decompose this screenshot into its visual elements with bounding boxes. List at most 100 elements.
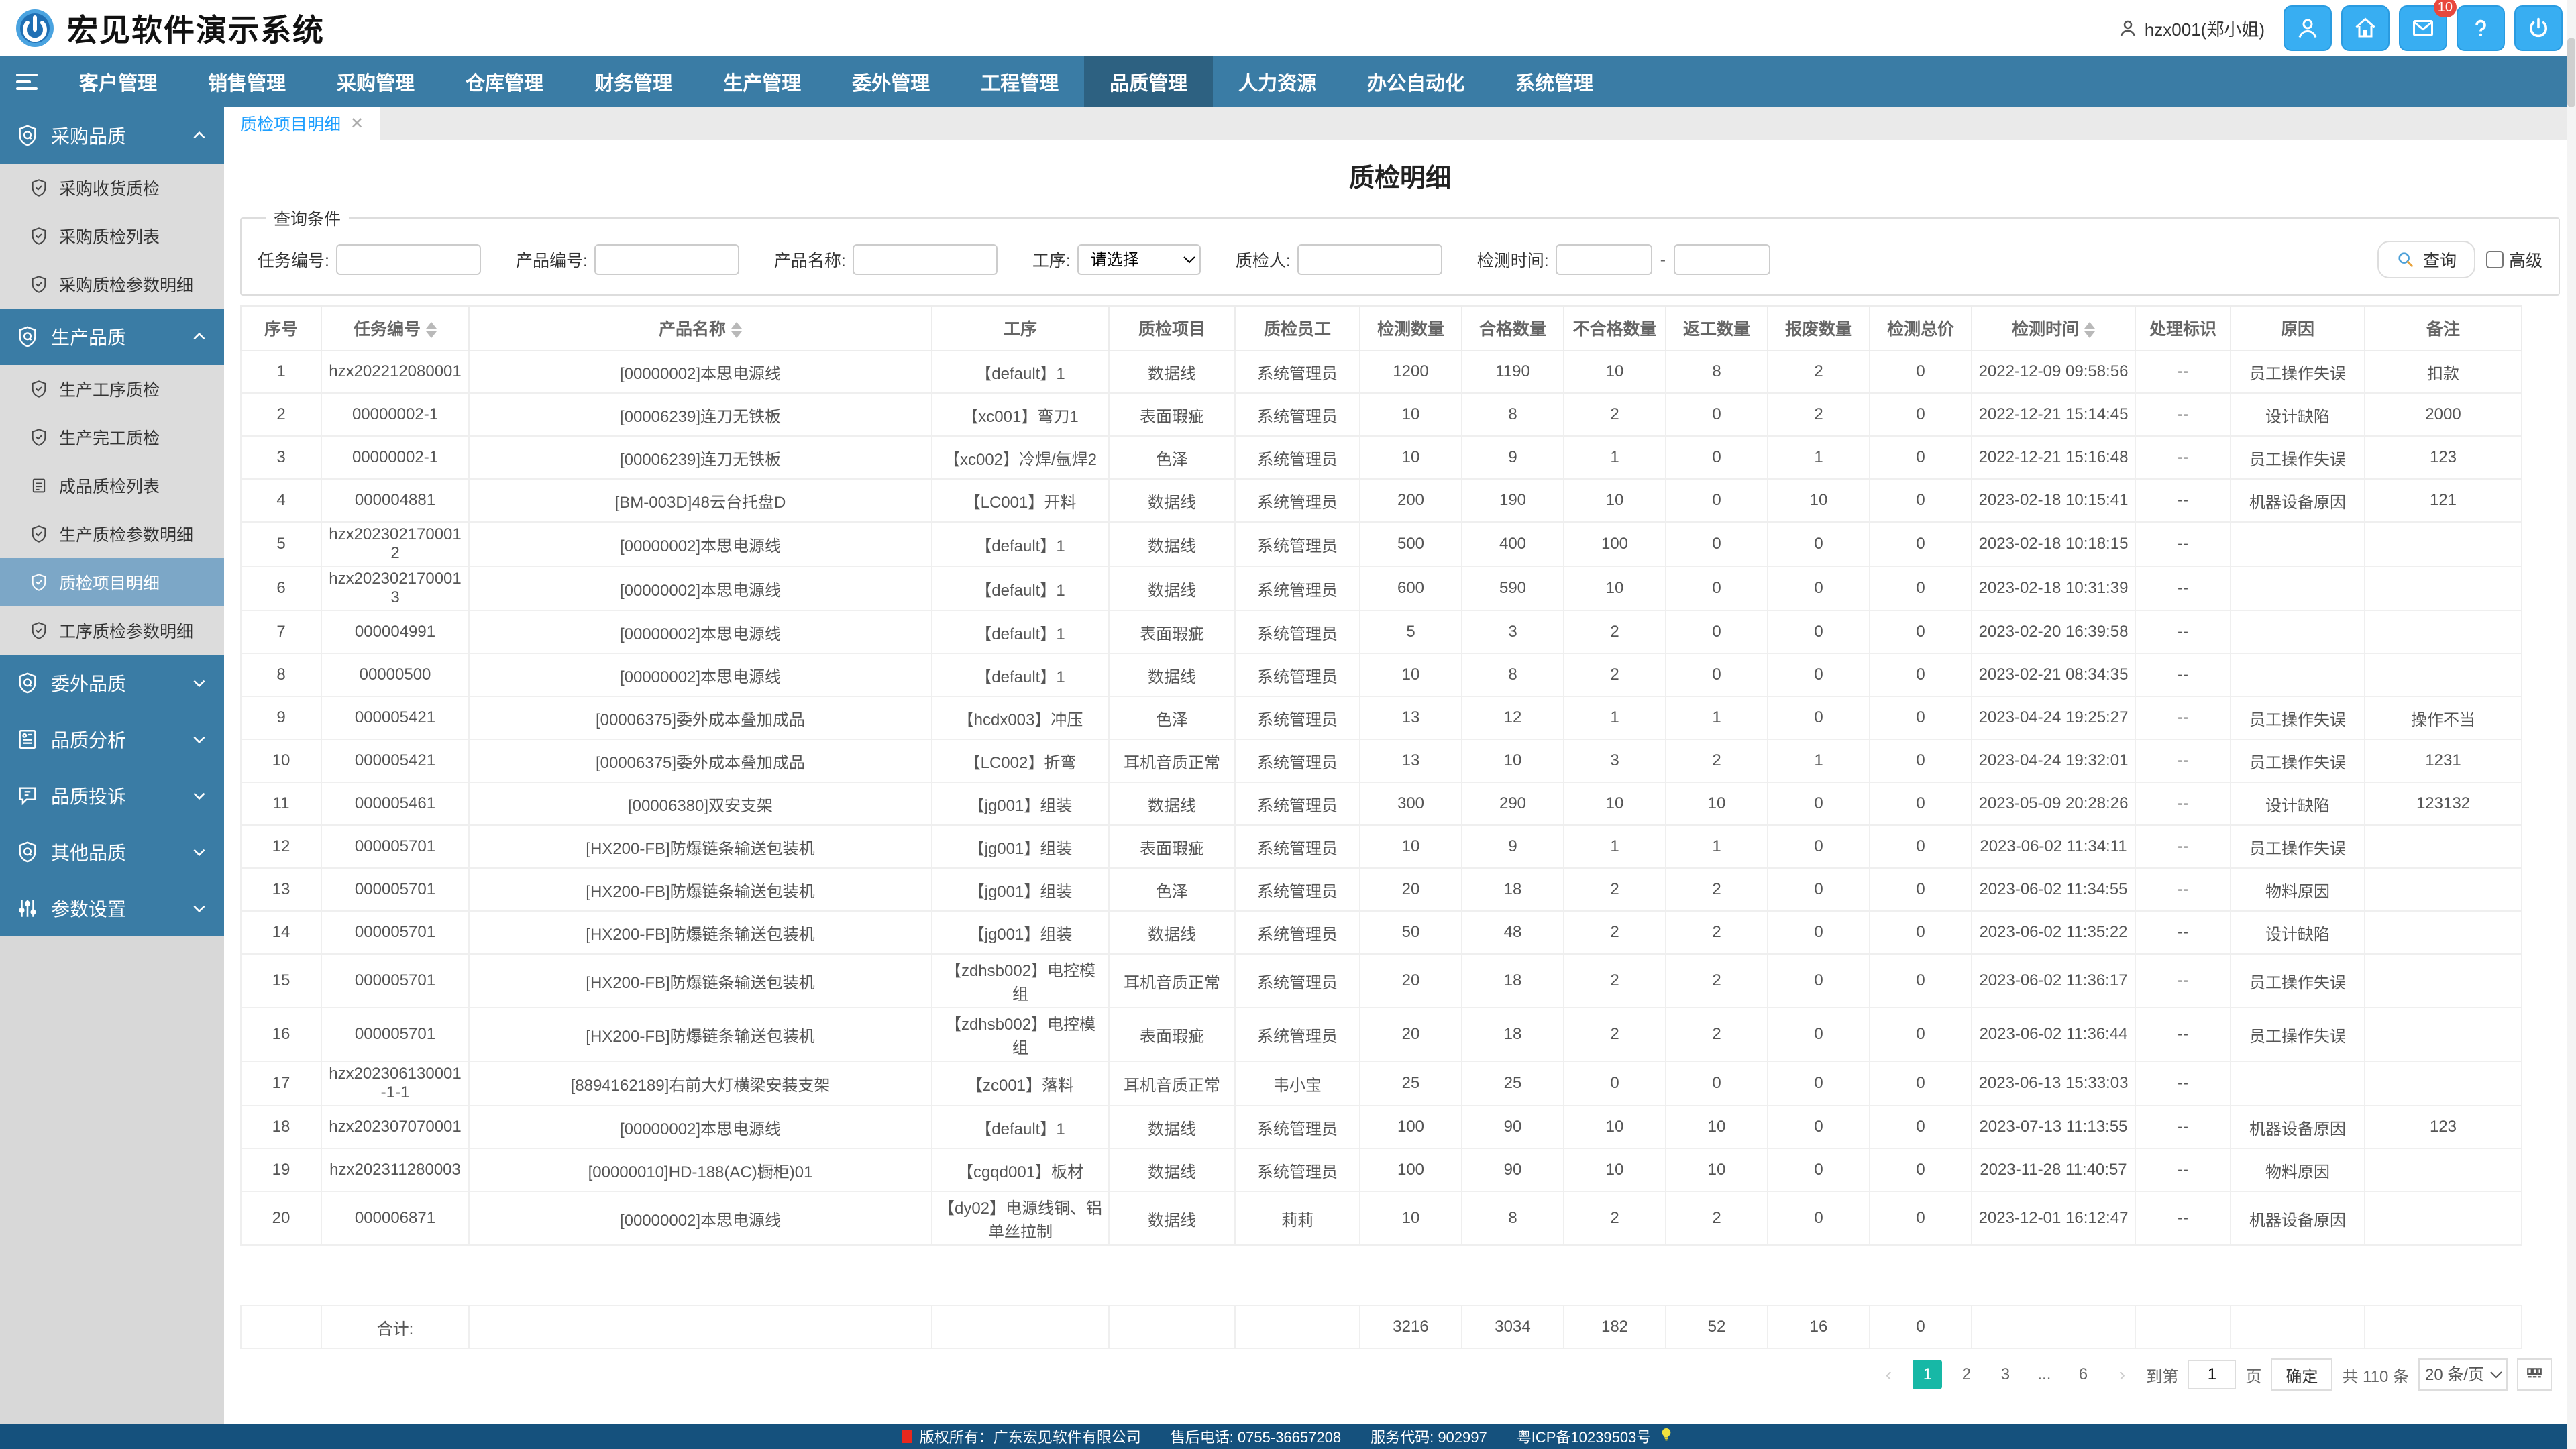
totals-cell bbox=[2135, 1305, 2231, 1349]
sidebar-group-参数设置[interactable]: 参数设置 bbox=[0, 880, 224, 936]
table-row[interactable]: 4 000004881 [BM-003D]48云台托盘D 【LC001】开料 数据线 系统… bbox=[240, 478, 2522, 523]
table-cell: 扣款 bbox=[2364, 350, 2522, 394]
tab-close-icon[interactable]: ✕ bbox=[350, 114, 364, 133]
sidebar-group-委外品质[interactable]: 委外品质 bbox=[0, 655, 224, 711]
table-row[interactable]: 6 hzx2023021700013 [00000002]本思电源线 【default… bbox=[240, 566, 2522, 611]
sidebar-item-生产完工质检[interactable]: 生产完工质检 bbox=[0, 413, 224, 462]
advanced-checkbox[interactable] bbox=[2485, 251, 2504, 268]
page-button-1[interactable]: 1 bbox=[1913, 1360, 1943, 1389]
sidebar-group-采购品质[interactable]: 采购品质 bbox=[0, 107, 224, 164]
nav-item-系统管理[interactable]: 系统管理 bbox=[1490, 56, 1619, 107]
process-select[interactable]: 请选择 bbox=[1077, 244, 1201, 275]
footer-icp[interactable]: 粤ICP备10239503号 bbox=[1517, 1426, 1652, 1447]
menu-toggle-icon[interactable] bbox=[0, 56, 54, 107]
nav-item-工程管理[interactable]: 工程管理 bbox=[955, 56, 1084, 107]
sidebar-item-质检项目明细[interactable]: 质检项目明细 bbox=[0, 558, 224, 606]
table-row[interactable]: 10 000005421 [00006375]委外成本叠加成品 【LC002】折弯 耳机… bbox=[240, 739, 2522, 783]
table-cell: 2023-02-20 16:39:58 bbox=[1971, 610, 2136, 654]
table-cell: 25 bbox=[1359, 1061, 1462, 1106]
prev-page-button[interactable]: ‹ bbox=[1874, 1360, 1903, 1389]
table-row[interactable]: 7 000004991 [00000002]本思电源线 【default】1 表面瑕疵系… bbox=[240, 610, 2522, 654]
table-row[interactable]: 2 00000002-1 [00006239]连刀无铁板 【xc001】弯刀1 表面瑕疵… bbox=[240, 392, 2522, 437]
sidebar-item-采购收货质检[interactable]: 采购收货质检 bbox=[0, 164, 224, 212]
power-button[interactable] bbox=[2514, 5, 2563, 51]
task-no-input[interactable] bbox=[335, 244, 481, 275]
page-button-...[interactable]: ... bbox=[2029, 1360, 2059, 1389]
table-row[interactable]: 8 00000500 [00000002]本思电源线 【default】1 数据线 系统管… bbox=[240, 653, 2522, 697]
sort-icon[interactable] bbox=[731, 322, 742, 339]
help-button[interactable] bbox=[2457, 5, 2505, 51]
table-row[interactable]: 18 hzx202307070001 [00000002]本思电源线 【default… bbox=[240, 1105, 2522, 1149]
table-cell: 10 bbox=[1767, 478, 1870, 523]
column-header-产品名称[interactable]: 产品名称 bbox=[468, 305, 932, 351]
page-button-3[interactable]: 3 bbox=[1990, 1360, 2020, 1389]
table-row[interactable]: 16 000005701 [HX200-FB]防爆链条输送包装机 【zdhsb002】… bbox=[240, 1007, 2522, 1062]
nav-item-办公自动化[interactable]: 办公自动化 bbox=[1342, 56, 1490, 107]
column-header-序号: 序号 bbox=[240, 305, 322, 351]
table-cell: 10 bbox=[1665, 1105, 1768, 1149]
sidebar-item-成品质检列表[interactable]: 成品质检列表 bbox=[0, 462, 224, 510]
table-row[interactable]: 9 000005421 [00006375]委外成本叠加成品 【hcdx003】冲压色… bbox=[240, 696, 2522, 740]
nav-item-品质管理[interactable]: 品质管理 bbox=[1084, 56, 1214, 107]
product-no-input[interactable] bbox=[594, 244, 739, 275]
sidebar-group-其他品质[interactable]: 其他品质 bbox=[0, 824, 224, 880]
scrollbar-thumb[interactable] bbox=[2567, 38, 2575, 107]
table-row[interactable]: 1 hzx202212080001 [00000002]本思电源线 【default】… bbox=[240, 350, 2522, 394]
table-row[interactable]: 20 000006871 [00000002]本思电源线 【dy02】电源线铜、铝单丝… bbox=[240, 1191, 2522, 1246]
table-row[interactable]: 14 000005701 [HX200-FB]防爆链条输送包装机 【jg001】组装数… bbox=[240, 910, 2522, 955]
mail-button[interactable]: 10 bbox=[2399, 0, 2457, 51]
table-row[interactable]: 11 000005461 [00006380]双安支架 【jg001】组装 数据线 系统管… bbox=[240, 782, 2522, 826]
sidebar-group-品质分析[interactable]: 品质分析 bbox=[0, 711, 224, 767]
table-row[interactable]: 5 hzx2023021700012 [00000002]本思电源线 【default… bbox=[240, 521, 2522, 567]
layout-toggle-button[interactable] bbox=[2517, 1358, 2552, 1391]
page-title: 质检明细 bbox=[1348, 164, 1451, 193]
product-name-input[interactable] bbox=[852, 244, 998, 275]
confirm-button[interactable]: 确定 bbox=[2271, 1358, 2333, 1391]
table-cell: 400 bbox=[1461, 521, 1564, 567]
check-time-end-input[interactable] bbox=[1674, 244, 1771, 275]
table-cell: 10 bbox=[1359, 435, 1462, 480]
user-info[interactable]: hzx001(郑小姐) bbox=[2118, 16, 2265, 41]
nav-item-委外管理[interactable]: 委外管理 bbox=[826, 56, 955, 107]
table-row[interactable]: 15 000005701 [HX200-FB]防爆链条输送包装机 【zdhsb002】… bbox=[240, 953, 2522, 1008]
sidebar-item-工序质检参数明细[interactable]: 工序质检参数明细 bbox=[0, 606, 224, 655]
table-row[interactable]: 17 hzx202306130001-1-1 [8894162189]右前大灯横梁安… bbox=[240, 1061, 2522, 1106]
nav-item-财务管理[interactable]: 财务管理 bbox=[569, 56, 698, 107]
sidebar-group-生产品质[interactable]: 生产品质 bbox=[0, 309, 224, 365]
table-cell: 数据线 bbox=[1108, 653, 1236, 697]
sidebar-item-采购质检列表[interactable]: 采购质检列表 bbox=[0, 212, 224, 260]
nav-item-人力资源[interactable]: 人力资源 bbox=[1213, 56, 1342, 107]
sidebar-group-品质投诉[interactable]: 品质投诉 bbox=[0, 767, 224, 824]
nav-item-销售管理[interactable]: 销售管理 bbox=[182, 56, 311, 107]
search-button[interactable]: 查询 bbox=[2377, 241, 2475, 278]
page-button-2[interactable]: 2 bbox=[1951, 1360, 1981, 1389]
page-size-select[interactable]: 20 条/页 bbox=[2418, 1358, 2508, 1391]
tab-quality-item-detail[interactable]: 质检项目明细 ✕ bbox=[224, 107, 380, 140]
sort-icon[interactable] bbox=[2084, 322, 2095, 339]
page-button-6[interactable]: 6 bbox=[2068, 1360, 2098, 1389]
avatar-button[interactable] bbox=[2284, 5, 2332, 51]
nav-item-采购管理[interactable]: 采购管理 bbox=[311, 56, 440, 107]
table-row[interactable]: 13 000005701 [HX200-FB]防爆链条输送包装机 【jg001】组装色… bbox=[240, 867, 2522, 912]
home-button[interactable] bbox=[2341, 5, 2390, 51]
page-scrollbar[interactable] bbox=[2567, 0, 2576, 1449]
sidebar-item-生产质检参数明细[interactable]: 生产质检参数明细 bbox=[0, 510, 224, 558]
totals-cell bbox=[240, 1305, 322, 1349]
column-header-检测时间[interactable]: 检测时间 bbox=[1971, 305, 2136, 351]
table-row[interactable]: 12 000005701 [HX200-FB]防爆链条输送包装机 【jg001】组装表… bbox=[240, 824, 2522, 869]
sort-icon[interactable] bbox=[426, 322, 437, 339]
table-row[interactable]: 3 00000002-1 [00006239]连刀无铁板 【xc002】冷焊/氩焊2 色… bbox=[240, 435, 2522, 480]
goto-page-input[interactable] bbox=[2188, 1360, 2237, 1389]
inspector-input[interactable] bbox=[1297, 244, 1442, 275]
sidebar-item-采购质检参数明细[interactable]: 采购质检参数明细 bbox=[0, 260, 224, 309]
column-header-任务编号[interactable]: 任务编号 bbox=[321, 305, 470, 351]
nav-item-生产管理[interactable]: 生产管理 bbox=[698, 56, 826, 107]
table-cell: [00000002]本思电源线 bbox=[468, 521, 932, 567]
sidebar-item-生产工序质检[interactable]: 生产工序质检 bbox=[0, 365, 224, 413]
nav-item-客户管理[interactable]: 客户管理 bbox=[54, 56, 182, 107]
nav-item-仓库管理[interactable]: 仓库管理 bbox=[440, 56, 569, 107]
table-cell: 色泽 bbox=[1108, 696, 1236, 740]
check-time-start-input[interactable] bbox=[1555, 244, 1652, 275]
next-page-button[interactable]: › bbox=[2107, 1360, 2137, 1389]
table-row[interactable]: 19 hzx202311280003 [00000010]HD-188(AC)橱柜)… bbox=[240, 1148, 2522, 1192]
